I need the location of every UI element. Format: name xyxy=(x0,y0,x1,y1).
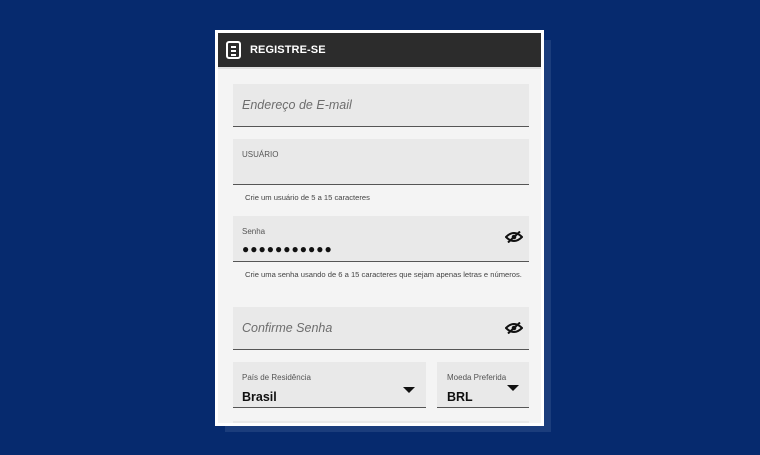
currency-value: BRL xyxy=(447,390,473,404)
password-label: Senha xyxy=(242,227,266,236)
password-hint: Crie uma senha usando de 6 a 15 caracter… xyxy=(245,270,522,279)
register-card: REGISTRE-SE Endereço de E-mail USUÁRIO C… xyxy=(215,30,544,426)
currency-label: Moeda Preferida xyxy=(447,373,507,382)
email-field[interactable]: Endereço de E-mail xyxy=(233,84,529,127)
header-title: REGISTRE-SE xyxy=(250,44,326,56)
chevron-down-icon xyxy=(403,387,415,393)
chevron-down-icon xyxy=(507,385,519,391)
next-field[interactable] xyxy=(233,421,529,423)
email-placeholder: Endereço de E-mail xyxy=(242,98,352,112)
country-label: País de Residência xyxy=(242,373,311,382)
document-icon xyxy=(226,41,241,59)
eye-off-icon[interactable] xyxy=(505,231,523,243)
password-field[interactable]: Senha ●●●●●●●●●●● xyxy=(233,216,529,262)
country-select[interactable]: País de Residência Brasil xyxy=(233,362,426,408)
username-hint: Crie um usuário de 5 a 15 caracteres xyxy=(245,193,370,202)
username-field[interactable]: USUÁRIO xyxy=(233,139,529,185)
password-value: ●●●●●●●●●●● xyxy=(242,242,333,256)
confirm-password-field[interactable]: Confirme Senha xyxy=(233,307,529,350)
form-body: Endereço de E-mail USUÁRIO Crie um usuár… xyxy=(218,67,541,423)
eye-off-icon[interactable] xyxy=(505,322,523,334)
currency-select[interactable]: Moeda Preferida BRL xyxy=(437,362,529,408)
username-label: USUÁRIO xyxy=(242,150,279,159)
country-value: Brasil xyxy=(242,390,277,404)
confirm-password-placeholder: Confirme Senha xyxy=(242,321,333,335)
card-header: REGISTRE-SE xyxy=(218,33,541,67)
